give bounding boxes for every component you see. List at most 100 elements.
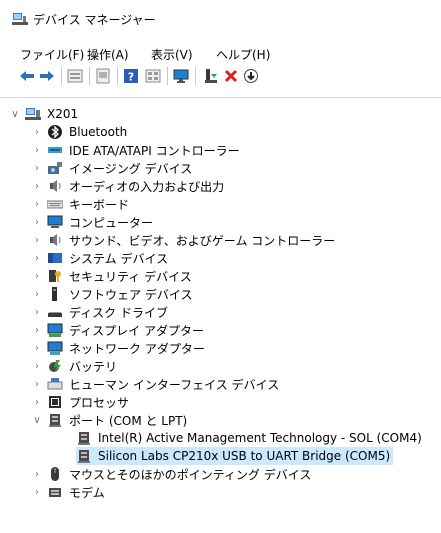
tree-item-ide-controller[interactable]: › IDE ATA/ATAPI コントローラー [31,141,240,159]
tree-item-label: プロセッサ [69,395,130,410]
tree-item-software-device[interactable]: › ソフトウェア デバイス [31,285,192,303]
tree-item-label: ソフトウェア デバイス [69,287,193,302]
enable-device-icon[interactable] [203,68,219,84]
chevron-right-icon[interactable]: › [31,177,43,195]
hid-icon [47,378,63,390]
chevron-right-icon[interactable]: › [31,195,43,213]
chevron-right-icon[interactable]: › [31,321,43,339]
update-driver-icon[interactable] [95,68,111,84]
tree-root-x201[interactable]: ∨ X201 [9,105,78,123]
modem-icon [49,488,61,497]
tree-item-bluetooth[interactable]: › Bluetooth [31,123,127,141]
tree-item-label: イメージング デバイス [69,161,193,176]
chevron-right-icon[interactable]: › [31,159,43,177]
tree-item-modem[interactable]: › モデム [31,483,105,501]
window-title: デバイス マネージャー [33,13,156,27]
software-device-icon [52,287,57,301]
keyboard-icon [47,200,63,209]
chevron-right-icon[interactable]: › [31,357,43,375]
tree-item-computer[interactable]: › コンピューター [31,213,153,231]
chevron-right-icon[interactable]: › [31,285,43,303]
tree-item-imaging-device[interactable]: › イメージング デバイス [31,159,192,177]
chevron-right-icon[interactable]: › [31,393,43,411]
toolbar: ? [0,64,441,88]
chevron-right-icon[interactable]: › [31,123,43,141]
tree-child-silicon-labs-cp210x[interactable]: Silicon Labs CP210x USB to UART Bridge (… [76,447,394,465]
tree-item-ports[interactable]: ∨ ポート (COM と LPT) [31,411,187,429]
tree-item-keyboard[interactable]: › キーボード [31,195,129,213]
tree-item-label: モデム [69,485,105,500]
imaging-device-icon [48,162,62,174]
chevron-right-icon[interactable]: › [31,231,43,249]
display-adapter-icon [47,323,63,337]
chevron-right-icon[interactable]: › [31,141,43,159]
battery-icon [49,360,61,372]
menu-file[interactable]: ファイル(F) [20,46,84,63]
tree-item-label: ディスク ドライブ [69,305,168,320]
device-manager-icon [12,13,28,25]
forward-arrow-icon[interactable] [39,68,55,84]
tree-item-label: キーボード [69,197,130,212]
chevron-right-icon[interactable]: › [31,339,43,357]
tree-item-label: オーディオの入力および出力 [69,179,225,194]
tree-item-label: マウスとそのほかのポインティング デバイス [69,467,312,482]
port-icon [49,414,61,427]
monitor-icon[interactable] [173,68,189,84]
computer-root-icon [25,108,41,120]
svg-text:?: ? [128,71,134,84]
tree-item-battery[interactable]: › バッテリ [31,357,117,375]
menu-action[interactable]: 操作(A) [87,46,129,63]
mouse-icon [51,467,59,481]
back-arrow-icon[interactable] [19,68,35,84]
tree-item-hid[interactable]: › ヒューマン インターフェイス デバイス [31,375,279,393]
audio-icon [50,180,61,192]
computer-icon [47,215,63,228]
tree-item-label: ディスプレイ アダプター [69,323,204,338]
menu-view[interactable]: 表示(V) [151,46,193,63]
chevron-right-icon[interactable]: › [31,483,43,501]
tree-item-sound-controller[interactable]: › サウンド、ビデオ、およびゲーム コントローラー [31,231,335,249]
tree-child-label: Silicon Labs CP210x USB to UART Bridge (… [98,449,391,463]
chevron-right-icon[interactable]: › [31,267,43,285]
sound-controller-icon [50,234,61,246]
chevron-right-icon[interactable]: › [31,375,43,393]
tree-root-label: X201 [47,107,79,121]
tree-item-label: ポート (COM と LPT) [69,413,188,428]
tree-item-network-adapter[interactable]: › ネットワーク アダプター [31,339,205,357]
chevron-right-icon[interactable]: › [31,213,43,231]
tree-item-mouse[interactable]: › マウスとそのほかのポインティング デバイス [31,465,311,483]
tree-item-label: ネットワーク アダプター [69,341,205,356]
chevron-right-icon[interactable]: › [31,303,43,321]
tree-child-label: Intel(R) Active Management Technology - … [98,431,422,445]
chevron-right-icon[interactable]: › [31,249,43,267]
title-bar: デバイス マネージャー [0,0,441,38]
chevron-down-icon[interactable]: ∨ [9,105,21,123]
tree-child-intel-amt-sol[interactable]: Intel(R) Active Management Technology - … [57,429,422,447]
bluetooth-icon [48,125,62,139]
properties-icon[interactable] [67,68,83,84]
help-icon[interactable]: ? [123,68,139,84]
tree-item-label: バッテリ [69,359,118,374]
tree-item-audio[interactable]: › オーディオの入力および出力 [31,177,224,195]
tree-item-disk-drive[interactable]: › ディスク ドライブ [31,303,168,321]
menu-bar: ファイル(F) 操作(A) 表示(V) ヘルプ(H) [0,38,441,62]
tree-item-system-device[interactable]: › システム デバイス [31,249,168,267]
tree-item-label: ヒューマン インターフェイス デバイス [69,377,280,392]
toolbar-separator [61,67,62,85]
menu-help[interactable]: ヘルプ(H) [216,46,270,63]
ide-controller-icon [48,147,62,153]
view-icon[interactable] [145,68,161,84]
download-icon[interactable] [243,68,259,84]
tree-item-processor[interactable]: › プロセッサ [31,393,129,411]
com-port-icon [78,432,90,445]
tree-item-label: コンピューター [69,215,154,230]
chevron-right-icon[interactable]: › [31,465,43,483]
uninstall-icon[interactable] [223,68,239,84]
network-adapter-icon [47,341,63,355]
chevron-down-icon[interactable]: ∨ [31,411,43,429]
tree-item-display-adapter[interactable]: › ディスプレイ アダプター [31,321,204,339]
tree-item-label: IDE ATA/ATAPI コントローラー [69,143,240,158]
tree-item-label: Bluetooth [69,125,128,139]
security-device-icon [49,270,61,282]
tree-item-security-device[interactable]: › セキュリティ デバイス [31,267,192,285]
